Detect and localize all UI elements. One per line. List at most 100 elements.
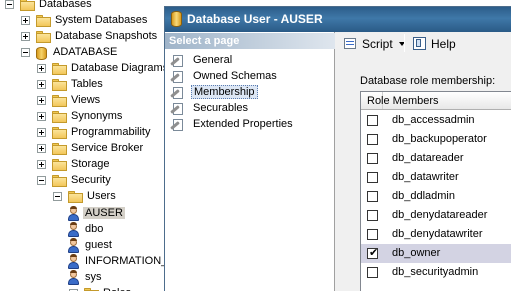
tree-node-views[interactable]: Views	[0, 93, 168, 109]
role-name: db_ddladmin	[392, 190, 455, 202]
dialog-title: Database User - AUSER	[187, 12, 323, 26]
page-item-label: Owned Schemas	[193, 70, 277, 82]
role-checkbox[interactable]	[367, 246, 378, 259]
tree-node-label: Service Broker	[71, 142, 144, 154]
tree-node-programmability[interactable]: Programmability	[0, 125, 168, 141]
tree-node-label: Tables	[71, 78, 103, 90]
role-members-grid[interactable]: Role Members db_accessadmin db_backupoper…	[360, 91, 511, 291]
help-button-label: Help	[431, 37, 456, 51]
expand-icon[interactable]	[37, 128, 46, 137]
tree-node-adatabase[interactable]: ADATABASE	[0, 45, 168, 61]
dialog-titlebar[interactable]: Database User - AUSER	[165, 7, 511, 32]
grid-header: Role Members	[361, 92, 511, 110]
folder-icon	[20, 0, 36, 12]
folder-icon	[36, 31, 52, 44]
expand-icon[interactable]	[37, 112, 46, 121]
page-item-general[interactable]: General	[169, 53, 329, 69]
object-explorer-tree: Databases System Databases Database Snapsh…	[0, 0, 168, 291]
role-checkbox[interactable]	[367, 191, 378, 202]
tree-node-users[interactable]: Users	[0, 189, 168, 205]
tree-node-databases[interactable]: Databases	[0, 0, 168, 13]
role-checkbox[interactable]	[367, 229, 378, 240]
expand-icon[interactable]	[37, 144, 46, 153]
tree-node-roles[interactable]: Roles	[0, 286, 168, 291]
tree-node-system-databases[interactable]: System Databases	[0, 13, 168, 29]
dialog-toolbar: Script Help	[336, 32, 511, 56]
script-button[interactable]: Script	[343, 36, 405, 52]
role-checkbox[interactable]	[367, 115, 378, 126]
expand-icon[interactable]	[37, 80, 46, 89]
user-icon	[66, 206, 82, 222]
role-row-db-datawriter[interactable]: db_datawriter	[361, 168, 511, 187]
role-name: db_denydatareader	[392, 209, 488, 221]
help-button[interactable]: Help	[412, 36, 462, 52]
tree-node-user-information-schema[interactable]: INFORMATION_SCHEMA	[0, 254, 168, 270]
page-item-membership[interactable]: Membership	[169, 85, 329, 101]
tree-node-label: Databases	[39, 0, 92, 10]
role-row-db-denydatareader[interactable]: db_denydatareader	[361, 206, 511, 225]
role-row-db-owner[interactable]: db_owner	[361, 244, 511, 263]
tree-node-user-guest[interactable]: guest	[0, 238, 168, 254]
role-row-db-ddladmin[interactable]: db_ddladmin	[361, 187, 511, 206]
tree-node-user-sys[interactable]: sys	[0, 270, 168, 286]
user-icon	[66, 222, 82, 238]
role-row-db-datareader[interactable]: db_datareader	[361, 149, 511, 168]
script-icon	[343, 36, 358, 51]
tree-node-label: Synonyms	[71, 110, 123, 122]
select-page-header: Select a page	[165, 33, 335, 49]
page-wrench-icon	[170, 70, 185, 84]
tree-node-database-snapshots[interactable]: Database Snapshots	[0, 29, 168, 45]
folder-icon	[52, 111, 68, 124]
folder-icon	[52, 63, 68, 76]
page-item-label: Securables	[193, 102, 249, 114]
tree-node-synonyms[interactable]: Synonyms	[0, 109, 168, 125]
tree-node-label: ADATABASE	[53, 46, 118, 58]
tree-node-label: Database Snapshots	[55, 30, 158, 42]
tree-node-label: Security	[71, 174, 111, 186]
tree-node-user-auser[interactable]: AUSER	[0, 206, 168, 222]
database-icon	[171, 11, 183, 27]
script-button-label: Script	[362, 37, 393, 51]
role-name: db_datawriter	[392, 171, 459, 183]
collapse-icon[interactable]	[5, 0, 14, 9]
role-row-db-securityadmin[interactable]: db_securityadmin	[361, 263, 511, 282]
tree-node-user-dbo[interactable]: dbo	[0, 222, 168, 238]
help-icon	[412, 36, 427, 51]
folder-icon	[68, 191, 84, 204]
page-wrench-icon	[170, 102, 185, 116]
page-item-securables[interactable]: Securables	[169, 101, 329, 117]
page-wrench-icon	[170, 86, 185, 100]
tree-node-database-diagrams[interactable]: Database Diagrams	[0, 61, 168, 77]
tree-node-label: Roles	[103, 287, 131, 291]
tree-node-storage[interactable]: Storage	[0, 157, 168, 173]
tree-node-label: Views	[71, 94, 101, 106]
role-row-db-denydatawriter[interactable]: db_denydatawriter	[361, 225, 511, 244]
page-item-extended-properties[interactable]: Extended Properties	[169, 117, 329, 133]
role-checkbox[interactable]	[367, 210, 378, 221]
page-item-label: Extended Properties	[193, 118, 293, 130]
expand-icon[interactable]	[37, 96, 46, 105]
tree-node-label: Users	[87, 190, 116, 202]
role-name: db_backupoperator	[392, 133, 487, 145]
role-checkbox[interactable]	[367, 134, 378, 145]
role-name: db_owner	[392, 247, 441, 259]
page-item-owned-schemas[interactable]: Owned Schemas	[169, 69, 329, 85]
role-members-column-header[interactable]: Role Members	[367, 95, 439, 107]
expand-icon[interactable]	[21, 32, 30, 41]
role-name: db_securityadmin	[392, 266, 479, 278]
role-checkbox[interactable]	[367, 172, 378, 183]
tree-node-service-broker[interactable]: Service Broker	[0, 141, 168, 157]
role-row-db-accessadmin[interactable]: db_accessadmin	[361, 111, 511, 130]
expand-icon[interactable]	[37, 64, 46, 73]
role-row-db-backupoperator[interactable]: db_backupoperator	[361, 130, 511, 149]
tree-node-tables[interactable]: Tables	[0, 77, 168, 93]
database-user-dialog: Database User - AUSER Select a page Gene…	[164, 6, 511, 291]
expand-icon[interactable]	[21, 16, 30, 25]
collapse-icon[interactable]	[37, 176, 46, 185]
tree-node-security[interactable]: Security	[0, 173, 168, 189]
expand-icon[interactable]	[37, 160, 46, 169]
role-checkbox[interactable]	[367, 267, 378, 278]
collapse-icon[interactable]	[53, 192, 62, 201]
collapse-icon[interactable]	[21, 48, 30, 57]
role-checkbox[interactable]	[367, 153, 378, 164]
